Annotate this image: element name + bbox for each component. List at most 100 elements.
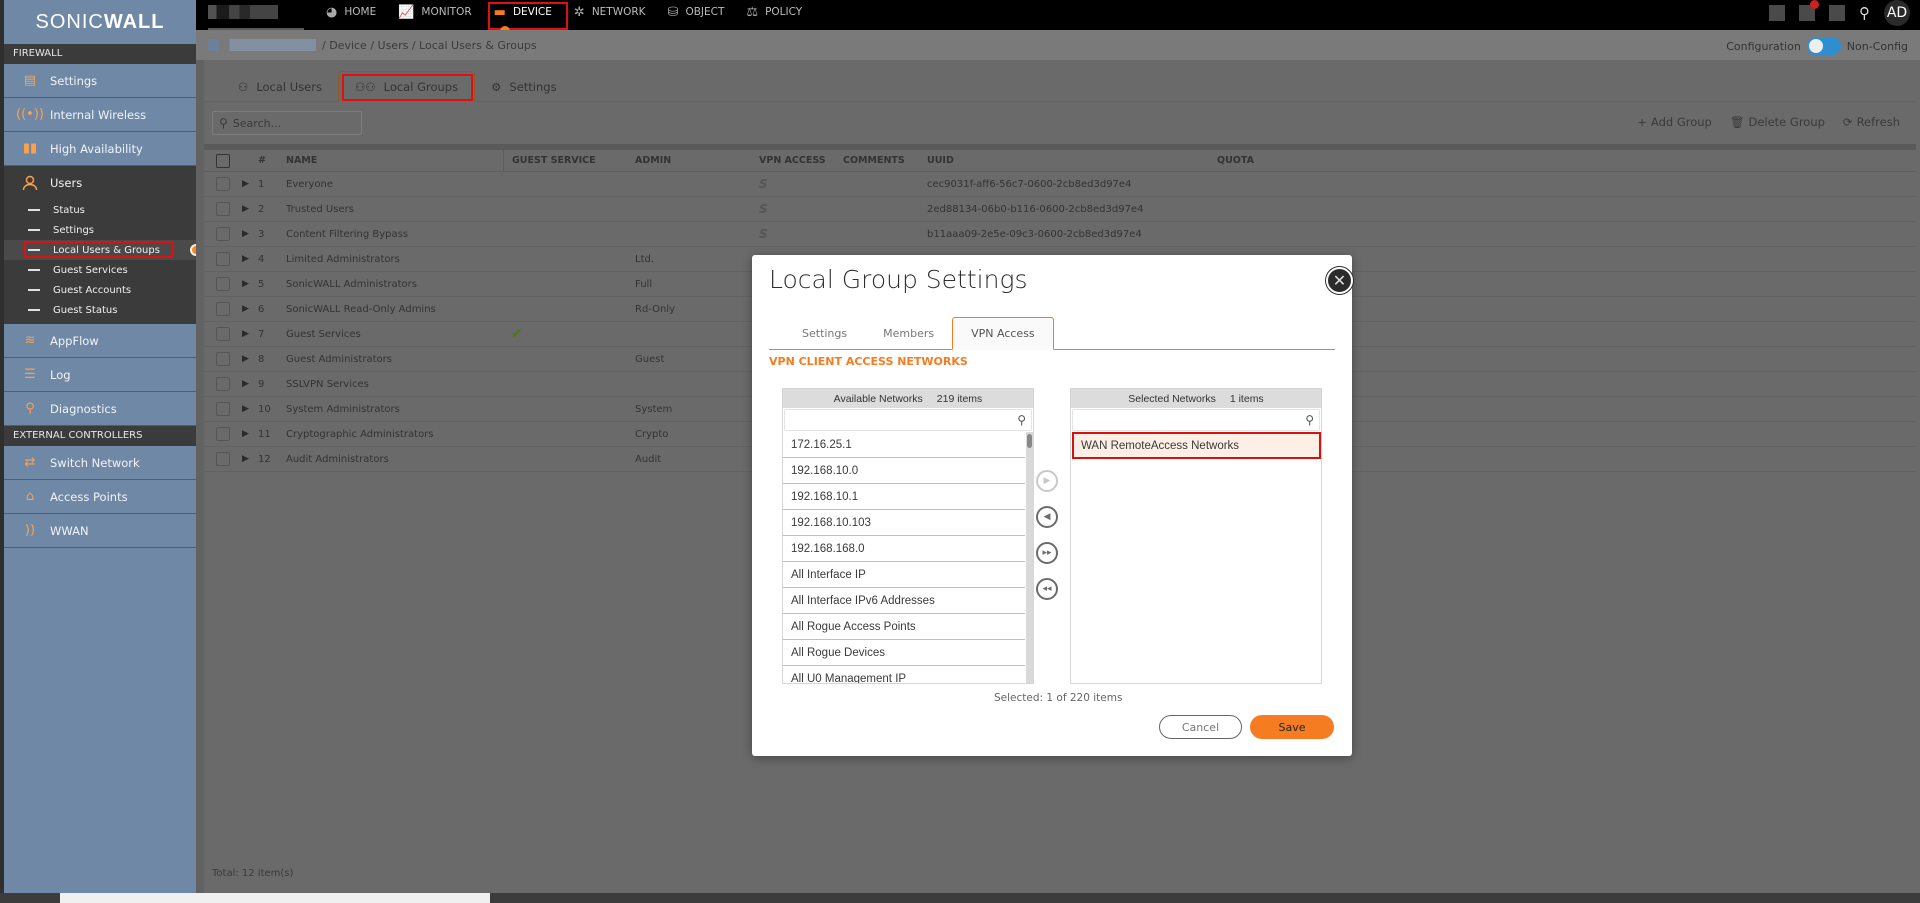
sidebar-item-wwan[interactable]: )) WWAN [4, 514, 196, 548]
row-checkbox[interactable] [216, 452, 230, 466]
expand-row-icon[interactable]: ▶ [242, 329, 258, 339]
row-checkbox[interactable] [216, 402, 230, 416]
sidebar-item-diagnostics[interactable]: ⚲ Diagnostics [4, 392, 196, 426]
selected-networks-search-input[interactable] [1073, 410, 1319, 430]
nav-object[interactable]: ⛁ OBJECT [668, 0, 725, 24]
row-checkbox[interactable] [216, 227, 230, 241]
selected-networks-filter[interactable]: ⚲ [1072, 409, 1320, 431]
expand-row-icon[interactable]: ▶ [242, 454, 258, 464]
add-selected-button[interactable]: ▶ [1036, 470, 1058, 492]
avatar[interactable]: AD [1884, 0, 1910, 26]
available-network-item[interactable]: All Rogue Access Points [783, 614, 1025, 640]
sidebar-subitem-local-users-groups[interactable]: Local Users & Groups [4, 240, 202, 260]
available-network-item[interactable]: 192.168.10.1 [783, 484, 1025, 510]
close-button[interactable]: ✕ [1326, 267, 1353, 294]
column-header-uuid[interactable]: UUID [919, 155, 1209, 166]
search-icon[interactable]: ⚲ [1859, 4, 1870, 22]
table-row[interactable]: ▶ 3 Content Filtering Bypass S b11aaa09-… [204, 222, 1916, 247]
column-header-name[interactable]: NAME [286, 155, 503, 166]
row-checkbox[interactable] [216, 352, 230, 366]
row-checkbox[interactable] [216, 427, 230, 441]
breadcrumb-root-redacted[interactable] [208, 39, 316, 51]
available-network-item[interactable]: 192.168.10.103 [783, 510, 1025, 536]
nav-device[interactable]: ▬ DEVICE [487, 0, 568, 36]
tool-icon-3[interactable] [1829, 5, 1845, 21]
expand-row-icon[interactable]: ▶ [242, 379, 258, 389]
sidebar-item-appflow[interactable]: ≋ AppFlow [4, 324, 196, 358]
column-header-quota[interactable]: QUOTA [1209, 155, 1254, 166]
sidebar-item-access-points[interactable]: ⌂ Access Points [4, 480, 196, 514]
tool-icon-1[interactable] [1769, 5, 1785, 21]
expand-row-icon[interactable]: ▶ [242, 304, 258, 314]
scrollbar[interactable] [1026, 432, 1033, 683]
refresh-button[interactable]: ⟳ Refresh [1843, 115, 1900, 129]
available-network-item[interactable]: All Rogue Devices [783, 640, 1025, 666]
scrollbar-thumb[interactable] [1027, 434, 1032, 448]
expand-row-icon[interactable]: ▶ [242, 279, 258, 289]
row-checkbox[interactable] [216, 377, 230, 391]
available-network-item[interactable]: 192.168.168.0 [783, 536, 1025, 562]
add-group-button[interactable]: + Add Group [1637, 115, 1712, 129]
table-row[interactable]: ▶ 1 Everyone S cec9031f-aff6-56c7-0600-2… [204, 172, 1916, 197]
available-networks-search-input[interactable] [785, 410, 1031, 430]
row-checkbox[interactable] [216, 277, 230, 291]
sidebar-subitem-status[interactable]: Status [4, 200, 196, 220]
row-checkbox[interactable] [216, 252, 230, 266]
row-checkbox[interactable] [216, 177, 230, 191]
tab-settings[interactable]: ⚙ Settings [475, 71, 572, 102]
available-network-item[interactable]: All Interface IP [783, 562, 1025, 588]
remove-selected-button[interactable]: ◀ [1036, 506, 1058, 528]
delete-group-button[interactable]: 🗑 Delete Group [1730, 115, 1825, 129]
config-mode-toggle[interactable] [1806, 37, 1841, 55]
sidebar-subitem-guest-accounts[interactable]: Guest Accounts [4, 280, 196, 300]
expand-row-icon[interactable]: ▶ [242, 429, 258, 439]
taskbar-search-box[interactable] [60, 893, 490, 903]
select-all-checkbox[interactable] [216, 153, 230, 168]
save-button[interactable]: Save [1250, 715, 1334, 739]
sidebar-item-settings[interactable]: ▤ Settings [4, 64, 196, 98]
dialog-tab-settings[interactable]: Settings [784, 317, 865, 350]
dialog-tab-members[interactable]: Members [865, 317, 952, 350]
tab-local-groups[interactable]: ⚇⚇ Local Groups [337, 71, 476, 102]
sidebar-item-users[interactable]: Users [4, 166, 196, 200]
notifications-icon[interactable] [1799, 0, 1819, 21]
available-network-item[interactable]: All Interface IPv6 Addresses [783, 588, 1025, 614]
row-checkbox[interactable] [216, 202, 230, 216]
row-checkbox[interactable] [216, 302, 230, 316]
expand-row-icon[interactable]: ▶ [242, 179, 258, 189]
available-network-item[interactable]: All U0 Management IP [783, 666, 1025, 684]
nav-monitor[interactable]: 📈 MONITOR [398, 0, 471, 24]
sidebar-subitem-guest-services[interactable]: Guest Services [4, 260, 196, 280]
available-network-item[interactable]: 172.16.25.1 [783, 432, 1025, 458]
column-header-vpn-access[interactable]: VPN ACCESS [751, 155, 835, 166]
column-header-comments[interactable]: COMMENTS [835, 155, 919, 166]
nav-home[interactable]: ◕ HOME [326, 0, 376, 24]
sidebar-subitem-guest-status[interactable]: Guest Status [4, 300, 196, 320]
sidebar-item-high-availability[interactable]: ▮▮ High Availability [4, 132, 196, 166]
sidebar-item-log[interactable]: ☰ Log [4, 358, 196, 392]
add-all-button[interactable]: ▸▸ [1036, 542, 1058, 564]
column-header-admin[interactable]: ADMIN [627, 155, 751, 166]
expand-row-icon[interactable]: ▶ [242, 354, 258, 364]
expand-row-icon[interactable]: ▶ [242, 229, 258, 239]
tab-local-users[interactable]: ⚇ Local Users [222, 71, 338, 102]
row-checkbox[interactable] [216, 327, 230, 341]
remove-all-button[interactable]: ◂◂ [1036, 578, 1058, 600]
available-networks-filter[interactable]: ⚲ [784, 409, 1032, 431]
nav-policy[interactable]: ⚖ POLICY [746, 0, 802, 24]
expand-row-icon[interactable]: ▶ [242, 254, 258, 264]
column-header-guest-service[interactable]: GUEST SERVICE [503, 150, 627, 171]
table-row[interactable]: ▶ 2 Trusted Users S 2ed88134-06b0-b116-0… [204, 197, 1916, 222]
dialog-tab-vpn-access[interactable]: VPN Access [952, 317, 1054, 350]
sidebar-item-internal-wireless[interactable]: ((•)) Internal Wireless [4, 98, 196, 132]
sidebar-subitem-settings[interactable]: Settings [4, 220, 196, 240]
cancel-button[interactable]: Cancel [1159, 715, 1242, 739]
available-network-item[interactable]: 192.168.10.0 [783, 458, 1025, 484]
column-header-number[interactable]: # [258, 155, 286, 166]
search-field[interactable]: ⚲ [212, 111, 362, 135]
nav-network[interactable]: ✲ NETWORK [574, 0, 646, 24]
expand-row-icon[interactable]: ▶ [242, 404, 258, 414]
search-input[interactable] [232, 116, 353, 130]
sidebar-item-switch-network[interactable]: ⇄ Switch Network [4, 446, 196, 480]
expand-row-icon[interactable]: ▶ [242, 204, 258, 214]
